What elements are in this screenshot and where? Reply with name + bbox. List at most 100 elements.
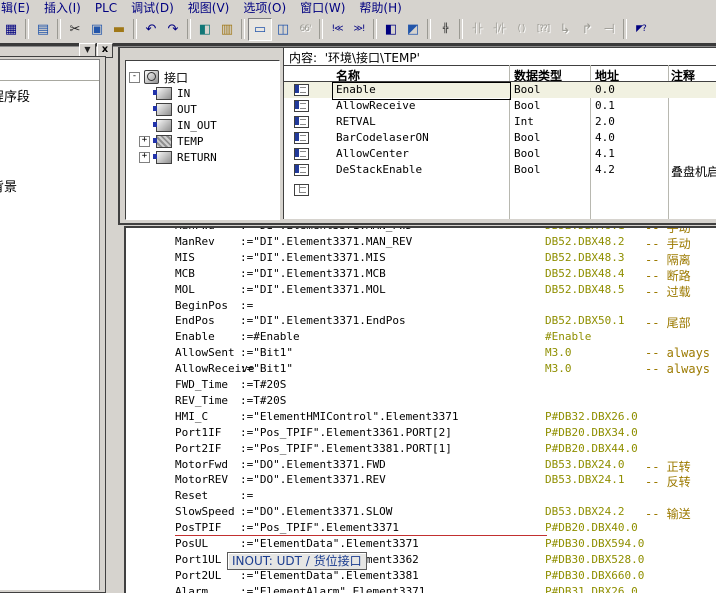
table-row[interactable]: RETVAL Int 2.0 bbox=[284, 114, 716, 130]
code-line-port1if[interactable]: Port1IF:="Pos_TPIF".Element3361.PORT[2]P… bbox=[126, 426, 716, 442]
cell-comment[interactable]: 叠盘机启用 bbox=[671, 163, 716, 180]
code-line-alarm[interactable]: Alarm:="ElementAlarm".Element3371P#DB31.… bbox=[126, 585, 716, 593]
help-select-icon[interactable]: ◤? bbox=[630, 19, 652, 40]
contact-no-icon[interactable]: ┤├ bbox=[466, 19, 488, 40]
undo-icon[interactable]: ↶ bbox=[140, 19, 162, 40]
code-line-fwd_time[interactable]: FWD_Time:=T#20S bbox=[126, 378, 716, 394]
table-row[interactable]: BarCodelaserON Bool 4.0 bbox=[284, 130, 716, 146]
code-line-port1ul[interactable]: Port1UL:="ElementData".Element3362P#DB30… bbox=[126, 553, 716, 569]
monitor-glasses-icon[interactable]: 66' bbox=[294, 19, 316, 40]
table-row[interactable]: AllowReceive Bool 0.1 bbox=[284, 98, 716, 114]
code-line-rev_time[interactable]: REV_Time:=T#20S bbox=[126, 394, 716, 410]
menu-item-5[interactable]: 选项(O) bbox=[243, 0, 286, 16]
cell-type[interactable]: Bool bbox=[514, 131, 541, 144]
cell-address[interactable]: 4.1 bbox=[595, 147, 615, 160]
table-row[interactable]: AllowCenter Bool 4.1 bbox=[284, 146, 716, 162]
code-line-manfwd[interactable]: ManFwd:="DI".Element3371.MAN_FWDDB52.DBX… bbox=[126, 226, 716, 235]
code-line-mis[interactable]: MIS:="DI".Element3371.MISDB52.DBX48.3-- … bbox=[126, 251, 716, 267]
code-line-reset[interactable]: Reset:= bbox=[126, 489, 716, 505]
cell-type[interactable]: Bool bbox=[514, 99, 541, 112]
menu-item-1[interactable]: 插入(I) bbox=[44, 0, 81, 16]
code-line-manrev[interactable]: ManRev:="DI".Element3371.MAN_REVDB52.DBX… bbox=[126, 235, 716, 251]
code-line-port2ul[interactable]: Port2UL:="ElementData".Element3381P#DB30… bbox=[126, 569, 716, 585]
code-line-endpos[interactable]: EndPos:="DI".Element3371.EndPosDB52.DBX5… bbox=[126, 314, 716, 330]
menu-item-0[interactable]: 辑(E) bbox=[1, 0, 30, 16]
cell-address[interactable]: 0.0 bbox=[595, 83, 615, 96]
overview-entry[interactable]: 程序段 bbox=[0, 86, 30, 105]
cell-address[interactable]: 4.2 bbox=[595, 163, 615, 176]
save-icon[interactable]: ▦ bbox=[0, 19, 22, 40]
code-line-slowspeed[interactable]: SlowSpeed:="DO".Element3371.SLOWDB53.DBX… bbox=[126, 505, 716, 521]
cell-address[interactable]: 4.0 bbox=[595, 131, 615, 144]
tree-root-interface[interactable]: -接口 bbox=[129, 69, 188, 85]
empty-box-icon[interactable]: [??] bbox=[532, 19, 554, 40]
tree-item-temp[interactable]: +TEMP bbox=[139, 133, 204, 149]
cell-name[interactable]: AllowCenter bbox=[336, 147, 409, 160]
window-detail-icon[interactable]: ◩ bbox=[402, 19, 424, 40]
coil-icon[interactable]: ( ) bbox=[510, 19, 532, 40]
cell-name[interactable]: RETVAL bbox=[336, 115, 376, 128]
tree-item-in[interactable]: IN bbox=[139, 85, 190, 101]
variable-icon bbox=[294, 148, 309, 160]
redo-icon[interactable]: ↷ bbox=[162, 19, 184, 40]
code-line-mcb[interactable]: MCB:="DI".Element3371.MCBDB52.DBX48.4-- … bbox=[126, 267, 716, 283]
copy-icon[interactable]: ▣ bbox=[86, 19, 108, 40]
expand-icon[interactable]: + bbox=[139, 136, 150, 147]
print-icon[interactable]: ▤ bbox=[32, 19, 54, 40]
cell-address[interactable]: 2.0 bbox=[595, 115, 615, 128]
code-line-postpif[interactable]: PosTPIF:="Pos_TPIF".Element3371P#DB20.DB… bbox=[126, 521, 716, 537]
collapse-icon[interactable]: - bbox=[129, 72, 140, 83]
rail-icon[interactable]: ⊣ bbox=[598, 19, 620, 40]
code-line-enable[interactable]: Enable:=#Enable#Enable bbox=[126, 330, 716, 346]
window-split-icon[interactable]: ◧ bbox=[380, 19, 402, 40]
cell-name[interactable]: AllowReceive bbox=[336, 99, 415, 112]
code-line-port2if[interactable]: Port2IF:="Pos_TPIF".Element3381.PORT[1]P… bbox=[126, 442, 716, 458]
stl-code-pane[interactable]: ManFwd:="DI".Element3371.MAN_FWDDB52.DBX… bbox=[124, 226, 716, 593]
cell-name[interactable]: DeStackEnable bbox=[336, 163, 422, 176]
cell-address[interactable]: 0.1 bbox=[595, 99, 615, 112]
goto-prev-error-icon[interactable]: !≪ bbox=[326, 19, 348, 40]
menu-item-3[interactable]: 调试(D) bbox=[131, 0, 174, 16]
overview-entry[interactable]: 背景 bbox=[0, 176, 17, 195]
code-line-motorrev[interactable]: MotorREV:="DO".Element3371.REVDB53.DBX24… bbox=[126, 473, 716, 489]
toolbar-separator bbox=[623, 19, 627, 39]
new-network-icon[interactable]: ╬ bbox=[434, 19, 456, 40]
menu-item-4[interactable]: 视图(V) bbox=[188, 0, 230, 16]
code-line-allowreceive[interactable]: AllowReceive:="Bit1"M3.0-- always bbox=[126, 362, 716, 378]
paste-icon[interactable]: ▬ bbox=[108, 19, 130, 40]
code-line-allowsent[interactable]: AllowSent:="Bit1"M3.0-- always bbox=[126, 346, 716, 362]
code-line-motorfwd[interactable]: MotorFwd:="DO".Element3371.FWDDB53.DBX24… bbox=[126, 458, 716, 474]
table-row-empty[interactable] bbox=[284, 182, 716, 198]
tree-item-out[interactable]: OUT bbox=[139, 101, 197, 117]
table-row[interactable]: DeStackEnable Bool 4.2 叠盘机启用 bbox=[284, 162, 716, 178]
param-name: Port1IF bbox=[175, 426, 221, 439]
content-label: 内容: bbox=[289, 51, 317, 65]
cell-type[interactable]: Bool bbox=[514, 163, 541, 176]
code-line-hmi_c[interactable]: HMI_C:="ElementHMIControl".Element3371P#… bbox=[126, 410, 716, 426]
goto-next-error-icon[interactable]: ≫! bbox=[348, 19, 370, 40]
accessible-nodes-icon[interactable]: ▥ bbox=[216, 19, 238, 40]
code-line-posul[interactable]: PosUL:="ElementData".Element3371P#DB30.D… bbox=[126, 537, 716, 553]
cell-name[interactable]: BarCodelaserON bbox=[336, 131, 429, 144]
tree-item-return[interactable]: +RETURN bbox=[139, 149, 217, 165]
param-name: HMI_C bbox=[175, 410, 208, 423]
cell-type[interactable]: Bool bbox=[514, 147, 541, 160]
menu-item-7[interactable]: 帮助(H) bbox=[359, 0, 401, 16]
code-line-beginpos[interactable]: BeginPos:= bbox=[126, 299, 716, 315]
cell-type[interactable]: Bool bbox=[514, 83, 541, 96]
cell-type[interactable]: Int bbox=[514, 115, 534, 128]
close-branch-icon[interactable]: ↱ bbox=[576, 19, 598, 40]
contact-nc-icon[interactable]: ┤/├ bbox=[488, 19, 510, 40]
tree-item-in_out[interactable]: IN_OUT bbox=[139, 117, 217, 133]
declaration-table: 内容: '环境\接口\TEMP' 名称 数据类型 地址 注释 EnableBoo… bbox=[283, 48, 716, 219]
open-branch-icon[interactable]: ↳ bbox=[554, 19, 576, 40]
code-line-mol[interactable]: MOL:="DI".Element3371.MOLDB52.DBX48.5-- … bbox=[126, 283, 716, 299]
menu-item-6[interactable]: 窗口(W) bbox=[300, 0, 345, 16]
tree-item-label: IN_OUT bbox=[177, 119, 217, 132]
download-station-icon[interactable]: ◧ bbox=[194, 19, 216, 40]
cut-icon[interactable]: ✂ bbox=[64, 19, 86, 40]
symbol-info-toggle-icon[interactable]: ▭ bbox=[248, 18, 272, 41]
symbol-selection-icon[interactable]: ◫ bbox=[272, 19, 294, 40]
expand-icon[interactable]: + bbox=[139, 152, 150, 163]
menu-item-plc[interactable]: PLC bbox=[95, 1, 117, 15]
